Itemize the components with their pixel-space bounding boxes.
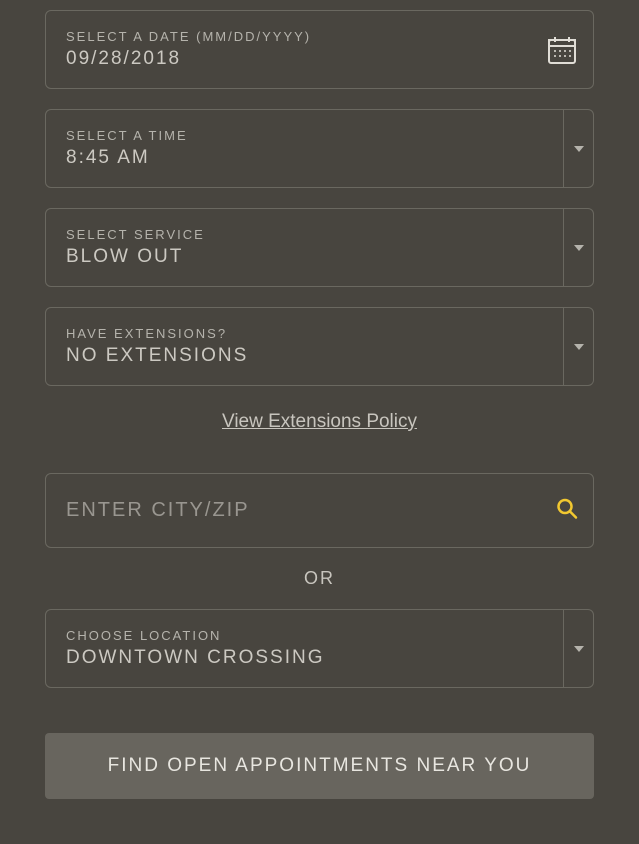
extensions-value: NO EXTENSIONS	[46, 345, 593, 385]
time-label: SELECT A TIME	[46, 110, 593, 147]
search-icon[interactable]	[556, 497, 578, 524]
calendar-icon[interactable]	[546, 34, 578, 66]
date-value: 09/28/2018	[46, 48, 593, 88]
location-value: DOWNTOWN CROSSING	[46, 647, 593, 687]
location-select[interactable]: CHOOSE LOCATION DOWNTOWN CROSSING	[45, 609, 594, 688]
time-dropdown-arrow[interactable]	[563, 110, 593, 187]
date-field[interactable]: SELECT A DATE (MM/DD/YYYY) 09/28/2018	[45, 10, 594, 89]
service-select[interactable]: SELECT SERVICE BLOW OUT	[45, 208, 594, 287]
extensions-label: HAVE EXTENSIONS?	[46, 308, 593, 345]
find-appointments-button[interactable]: FIND OPEN APPOINTMENTS NEAR YOU	[45, 733, 594, 799]
chevron-down-icon	[574, 146, 584, 152]
chevron-down-icon	[574, 646, 584, 652]
chevron-down-icon	[574, 344, 584, 350]
date-label: SELECT A DATE (MM/DD/YYYY)	[46, 11, 593, 48]
service-value: BLOW OUT	[46, 246, 593, 286]
service-label: SELECT SERVICE	[46, 209, 593, 246]
extensions-select[interactable]: HAVE EXTENSIONS? NO EXTENSIONS	[45, 307, 594, 386]
time-select[interactable]: SELECT A TIME 8:45 AM	[45, 109, 594, 188]
extensions-dropdown-arrow[interactable]	[563, 308, 593, 385]
time-value: 8:45 AM	[46, 147, 593, 187]
chevron-down-icon	[574, 245, 584, 251]
or-divider: OR	[45, 568, 594, 589]
policy-link-container: View Extensions Policy	[45, 411, 594, 433]
service-dropdown-arrow[interactable]	[563, 209, 593, 286]
extensions-policy-link[interactable]: View Extensions Policy	[222, 411, 417, 432]
location-dropdown-arrow[interactable]	[563, 610, 593, 687]
city-zip-search[interactable]: ENTER CITY/ZIP	[45, 473, 594, 548]
location-label: CHOOSE LOCATION	[46, 610, 593, 647]
search-placeholder: ENTER CITY/ZIP	[66, 499, 250, 521]
